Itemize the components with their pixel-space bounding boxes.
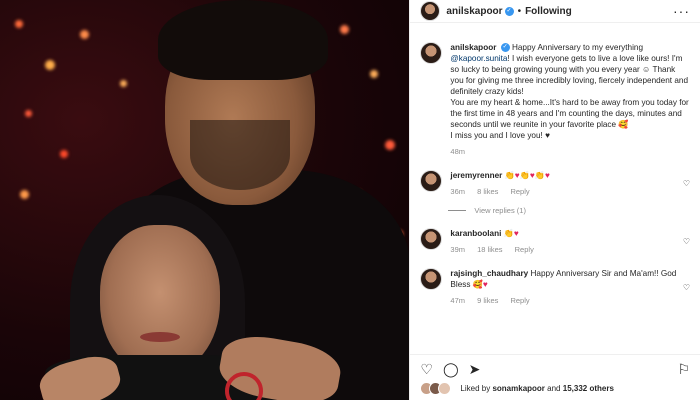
liked-by-and: and bbox=[547, 384, 561, 393]
action-bar: ♡ ◯ ➤ ⚐ bbox=[410, 355, 700, 378]
username-link[interactable]: anilskapoor bbox=[446, 6, 502, 17]
bokeh-light bbox=[80, 30, 89, 39]
bookmark-icon[interactable]: ⚐ bbox=[677, 361, 690, 378]
man-hair bbox=[158, 0, 328, 80]
replies-line bbox=[448, 210, 467, 211]
comment: jeremyrenner 👏♥👏♥👏♥ 36m 8 likes Reply ♡ bbox=[410, 170, 700, 197]
bokeh-light bbox=[120, 80, 127, 87]
avatar[interactable] bbox=[420, 228, 443, 250]
reply-button[interactable]: Reply bbox=[515, 245, 534, 254]
view-replies-button[interactable]: View replies (1) bbox=[410, 206, 700, 215]
caption-meta: 48m bbox=[450, 146, 690, 157]
verified-icon: ✓ bbox=[504, 6, 514, 16]
heart-icon[interactable]: ♡ bbox=[420, 361, 433, 378]
bokeh-light bbox=[15, 20, 23, 28]
liked-by-prefix: Liked by bbox=[460, 384, 491, 393]
comment-body: karanboolani 👏♥ 39m 18 likes Reply bbox=[450, 228, 682, 255]
instagram-post: anilskapoor ✓ • Following ··· anilskapoo… bbox=[0, 0, 700, 400]
share-icon[interactable]: ➤ bbox=[469, 361, 481, 378]
following-button[interactable]: Following bbox=[525, 6, 572, 17]
reply-button[interactable]: Reply bbox=[510, 187, 529, 196]
caption-username[interactable]: anilskapoor bbox=[450, 43, 496, 52]
comment-text: ♥ bbox=[544, 171, 550, 180]
caption-text: I miss you and I love you! ♥ bbox=[450, 131, 550, 140]
comment-heart-icon[interactable]: ♡ bbox=[683, 179, 690, 188]
reply-button[interactable]: Reply bbox=[510, 296, 529, 305]
comment-meta: 39m 18 likes Reply bbox=[450, 244, 682, 255]
post-header: anilskapoor ✓ • Following ··· bbox=[410, 0, 700, 23]
comment-meta: 47m 9 likes Reply bbox=[450, 295, 682, 306]
bokeh-light bbox=[340, 25, 349, 34]
bokeh-light bbox=[370, 70, 378, 78]
comment-icon[interactable]: ◯ bbox=[443, 361, 459, 378]
liked-by: Liked by sonamkapoor and 15,332 others bbox=[410, 378, 700, 399]
comment-text: ♥ bbox=[513, 229, 519, 238]
liked-by-user[interactable]: sonamkapoor bbox=[492, 384, 544, 393]
comment-meta: 36m 8 likes Reply bbox=[450, 186, 682, 197]
bokeh-light bbox=[60, 150, 68, 158]
timestamp[interactable]: 47m bbox=[450, 296, 465, 305]
mention-link[interactable]: @kapoor.sunita bbox=[450, 54, 507, 63]
post-photo[interactable] bbox=[0, 0, 410, 400]
verified-icon: ✓ bbox=[500, 43, 510, 53]
avatar[interactable] bbox=[420, 170, 443, 192]
post-footer: ♡ ◯ ➤ ⚐ Liked by sonamkapoor and 15,332 … bbox=[410, 354, 700, 400]
comment-text: 👏 bbox=[534, 171, 545, 180]
timestamp[interactable]: 39m bbox=[450, 245, 465, 254]
timestamp[interactable]: 36m bbox=[450, 187, 465, 196]
man-beard bbox=[190, 120, 290, 190]
caption-body: anilskapoor ✓ Happy Anniversary to my ev… bbox=[450, 42, 690, 157]
more-icon[interactable]: ··· bbox=[673, 4, 690, 18]
avatar[interactable] bbox=[420, 268, 443, 290]
comment-body: jeremyrenner 👏♥👏♥👏♥ 36m 8 likes Reply bbox=[450, 170, 682, 197]
woman-face bbox=[100, 225, 220, 375]
liker-avatars[interactable] bbox=[420, 382, 452, 395]
separator: • bbox=[517, 5, 522, 17]
comment-body: rajsingh_chaudhary Happy Anniversary Sir… bbox=[450, 268, 682, 306]
comment-username[interactable]: jeremyrenner bbox=[450, 171, 502, 180]
bokeh-light bbox=[25, 110, 32, 117]
comment-username[interactable]: karanboolani bbox=[450, 229, 501, 238]
timestamp[interactable]: 48m bbox=[450, 147, 465, 156]
bokeh-light bbox=[45, 60, 55, 70]
liked-by-others[interactable]: 15,332 others bbox=[563, 384, 614, 393]
comment: karanboolani 👏♥ 39m 18 likes Reply ♡ bbox=[410, 228, 700, 255]
comment-heart-icon[interactable]: ♡ bbox=[683, 237, 690, 246]
caption-text: Happy Anniversary to my everything bbox=[511, 43, 644, 52]
post-sidebar: anilskapoor ✓ • Following ··· anilskapoo… bbox=[409, 0, 700, 400]
comment-text: 👏 bbox=[503, 229, 514, 238]
like-count[interactable]: 8 likes bbox=[477, 187, 498, 196]
comment-text: 👏 bbox=[519, 171, 530, 180]
bokeh-light bbox=[385, 140, 395, 150]
comment-text: 👏 bbox=[504, 171, 515, 180]
comment-username[interactable]: rajsingh_chaudhary bbox=[450, 269, 528, 278]
caption-text: You are my heart & home...It's hard to b… bbox=[450, 98, 689, 129]
woman-lips bbox=[140, 332, 180, 342]
avatar[interactable] bbox=[420, 42, 443, 64]
like-count[interactable]: 9 likes bbox=[477, 296, 498, 305]
like-count[interactable]: 18 likes bbox=[477, 245, 502, 254]
bokeh-light bbox=[20, 190, 29, 199]
comment-heart-icon[interactable]: ♡ bbox=[683, 283, 690, 292]
avatar[interactable] bbox=[420, 1, 441, 21]
comment: rajsingh_chaudhary Happy Anniversary Sir… bbox=[410, 268, 700, 306]
comment-emoji: 🥰♥ bbox=[472, 280, 488, 289]
comments-list[interactable]: anilskapoor ✓ Happy Anniversary to my ev… bbox=[410, 38, 700, 355]
caption: anilskapoor ✓ Happy Anniversary to my ev… bbox=[410, 42, 700, 157]
view-replies-label: View replies (1) bbox=[474, 206, 526, 215]
